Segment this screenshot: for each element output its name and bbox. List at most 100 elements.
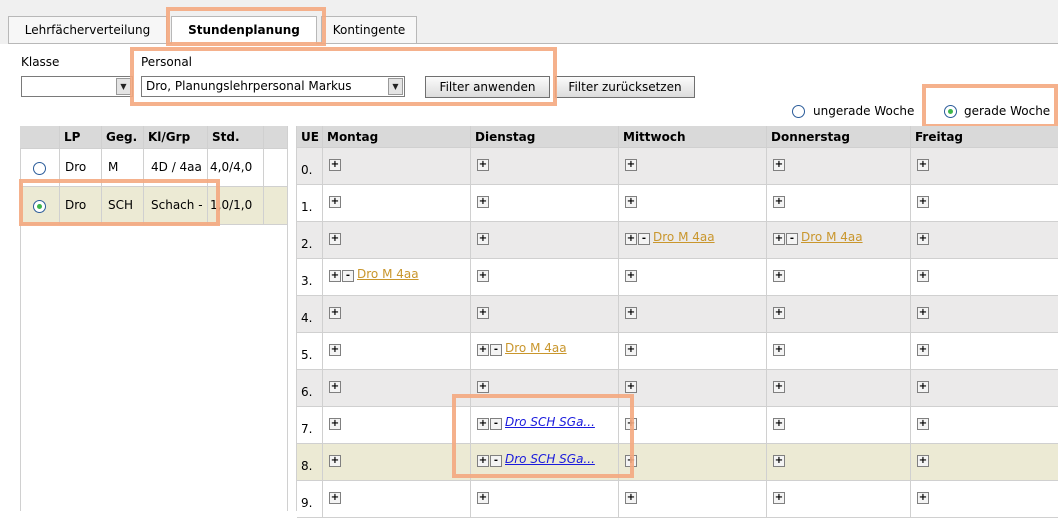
schedule-cell: + [471,481,619,518]
period-number: 5. [297,333,323,370]
add-lesson-button[interactable]: + [329,492,341,504]
schedule-cell: + [619,259,767,296]
header-donnerstag: Donnerstag [767,126,911,148]
reset-filter-button[interactable]: Filter zurücksetzen [555,76,695,98]
add-lesson-button[interactable]: + [477,270,489,282]
period-number: 6. [297,370,323,407]
odd-week-radio[interactable] [792,105,805,118]
add-lesson-button[interactable]: + [773,159,785,171]
chevron-down-icon[interactable]: ▼ [116,78,131,95]
add-lesson-button[interactable]: + [329,344,341,356]
klasse-select[interactable]: ▼ [21,76,133,97]
add-lesson-button[interactable]: + [625,307,637,319]
add-lesson-button[interactable]: + [917,344,929,356]
schedule-cell: + [911,296,1058,333]
schedule-cell: + [323,370,471,407]
lesson-link[interactable]: Dro M 4aa [505,341,567,355]
add-lesson-button[interactable]: + [477,196,489,208]
add-lesson-button[interactable]: + [773,344,785,356]
header-std: Std. [208,126,264,149]
schedule-cell: + [911,222,1058,259]
add-lesson-button[interactable]: + [329,233,341,245]
schedule-cell: + [911,333,1058,370]
add-lesson-button[interactable]: + [477,381,489,393]
period-number: 1. [297,185,323,222]
lesson-link[interactable]: Dro M 4aa [357,267,419,281]
schedule-grid: UE Montag Dienstag Mittwoch Donnerstag Freita… [296,126,1058,518]
add-lesson-button[interactable]: + [917,455,929,467]
odd-week-label: ungerade Woche [813,104,915,118]
lesson-link[interactable]: Dro M 4aa [801,230,863,244]
schedule-cell: + [619,148,767,185]
add-lesson-button[interactable]: + [477,233,489,245]
add-lesson-button[interactable]: + [773,492,785,504]
add-lesson-button[interactable]: + [625,492,637,504]
add-lesson-button[interactable]: + [625,233,637,245]
add-lesson-button[interactable]: + [329,159,341,171]
add-lesson-button[interactable]: + [917,159,929,171]
schedule-cell: + [323,481,471,518]
add-lesson-button[interactable]: + [625,196,637,208]
add-lesson-button[interactable]: + [773,381,785,393]
add-lesson-button[interactable]: + [477,492,489,504]
add-lesson-button[interactable]: + [477,307,489,319]
schedule-cell: + [619,444,767,481]
add-lesson-button[interactable]: + [917,233,929,245]
remove-lesson-button[interactable]: - [342,270,354,282]
add-lesson-button[interactable]: + [477,344,489,356]
header-dienstag: Dienstag [471,126,619,148]
lesson-link[interactable]: Dro M 4aa [653,230,715,244]
header-klgrp: Kl/Grp [144,126,208,149]
add-lesson-button[interactable]: + [329,196,341,208]
schedule-cell: + [767,481,911,518]
add-lesson-button[interactable]: + [773,307,785,319]
add-lesson-button[interactable]: + [625,381,637,393]
add-lesson-button[interactable]: + [329,455,341,467]
schedule-cell: + [471,259,619,296]
schedule-cell: + [619,185,767,222]
period-number: 2. [297,222,323,259]
tab-kontingente[interactable]: Kontingente [321,16,417,43]
schedule-cell: + [323,407,471,444]
schedule-cell: + [323,222,471,259]
schedule-cell: + - Dro M 4aa [767,222,911,259]
add-lesson-button[interactable]: + [625,159,637,171]
add-lesson-button[interactable]: + [329,381,341,393]
schedule-cell: + [767,407,911,444]
remove-lesson-button[interactable]: - [490,344,502,356]
header-mittwoch: Mittwoch [619,126,767,148]
add-lesson-button[interactable]: + [917,418,929,430]
schedule-cell: + - Dro M 4aa [323,259,471,296]
highlight-week [922,84,1058,128]
tab-lehrfaecherverteilung[interactable]: Lehrfächerverteilung [8,16,167,43]
add-lesson-button[interactable]: + [917,270,929,282]
row-radio[interactable] [33,162,46,175]
schedule-cell: + [323,148,471,185]
schedule-cell: + [767,259,911,296]
add-lesson-button[interactable]: + [773,455,785,467]
remove-lesson-button[interactable]: - [638,233,650,245]
period-number: 7. [297,407,323,444]
add-lesson-button[interactable]: + [329,418,341,430]
add-lesson-button[interactable]: + [329,270,341,282]
add-lesson-button[interactable]: + [917,196,929,208]
add-lesson-button[interactable]: + [625,270,637,282]
add-lesson-button[interactable]: + [917,381,929,393]
schedule-cell: + [323,333,471,370]
header-extra [264,126,288,149]
period-number: 3. [297,259,323,296]
add-lesson-button[interactable]: + [917,492,929,504]
header-lp: LP [60,126,102,149]
add-lesson-button[interactable]: + [625,344,637,356]
schedule-cell: + - Dro M 4aa [619,222,767,259]
period-number: 9. [297,481,323,518]
add-lesson-button[interactable]: + [773,196,785,208]
add-lesson-button[interactable]: + [773,270,785,282]
add-lesson-button[interactable]: + [773,233,785,245]
add-lesson-button[interactable]: + [917,307,929,319]
remove-lesson-button[interactable]: - [786,233,798,245]
add-lesson-button[interactable]: + [329,307,341,319]
schedule-cell: + [911,481,1058,518]
add-lesson-button[interactable]: + [477,159,489,171]
add-lesson-button[interactable]: + [773,418,785,430]
